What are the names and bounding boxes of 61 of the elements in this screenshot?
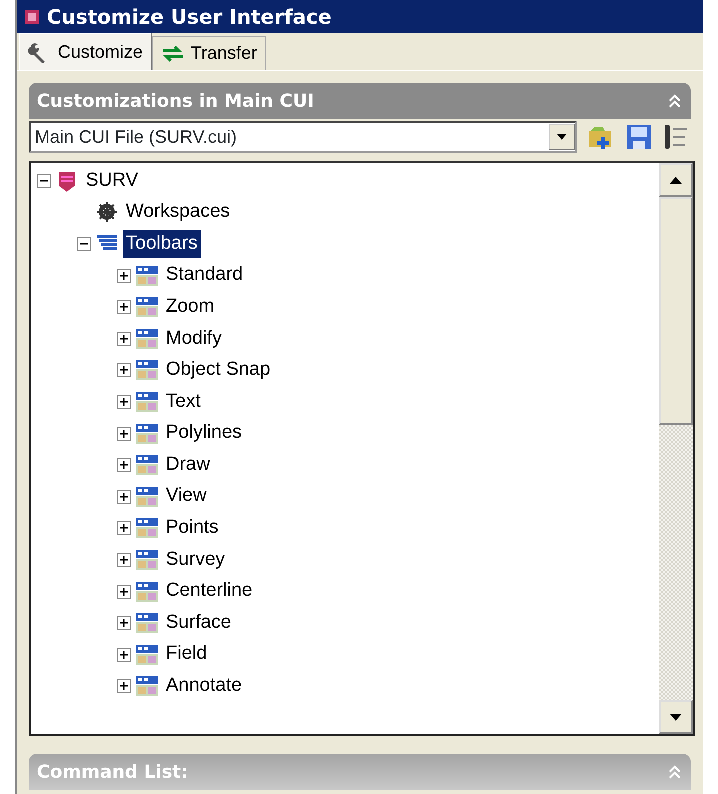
tree-item[interactable]: Points: [163, 514, 222, 543]
tree-item[interactable]: Surface: [163, 608, 234, 638]
window-title: Customize User Interface: [47, 4, 332, 28]
expand-toggle-icon[interactable]: [117, 426, 131, 441]
collapse-toggle-icon[interactable]: [37, 174, 51, 188]
tree-item[interactable]: Text: [163, 388, 204, 416]
expand-toggle-icon[interactable]: [117, 300, 131, 314]
tree-item[interactable]: Polylines: [163, 419, 246, 448]
scroll-up-arrow-icon: [670, 176, 682, 184]
tree-item[interactable]: Object Snap: [163, 356, 274, 385]
tree-item[interactable]: Standard: [163, 261, 246, 290]
toolbar-icon: [135, 422, 159, 446]
expand-toggle-icon[interactable]: [117, 458, 131, 472]
panel-title: Command List:: [37, 762, 188, 782]
expand-toggle-icon[interactable]: [117, 332, 131, 346]
tree-item[interactable]: Zoom: [163, 292, 218, 322]
tree-item[interactable]: Field: [163, 640, 210, 669]
save-icon[interactable]: [625, 123, 653, 151]
toolbar-icon: [135, 295, 159, 320]
expand-toggle-icon[interactable]: [117, 679, 131, 694]
tree-item[interactable]: View: [163, 482, 210, 511]
toolbar-icon: [135, 642, 159, 667]
toolbar-icon: [135, 484, 159, 509]
expand-toggle-icon[interactable]: [117, 268, 131, 283]
expand-toggle-icon[interactable]: [117, 394, 131, 409]
toolbar-icon: [135, 580, 159, 604]
toolbar-icon: [135, 516, 159, 540]
scroll-down-arrow-icon: [670, 714, 682, 720]
toolbar-icon: [135, 611, 159, 636]
toolbar-icon: [135, 264, 159, 288]
tree-item[interactable]: Workspaces: [123, 198, 234, 227]
expand-toggle-icon[interactable]: [117, 616, 131, 630]
toolbar-icon: [135, 358, 159, 382]
expand-toggle-icon[interactable]: [117, 584, 131, 599]
toolbar-icon: [135, 453, 159, 478]
tree-item[interactable]: Draw: [163, 450, 214, 480]
toolbar-icon: [135, 548, 159, 572]
scrollbar[interactable]: [659, 163, 693, 734]
tree-item[interactable]: Toolbars: [123, 230, 201, 258]
collapse-toggle-icon[interactable]: [77, 236, 91, 251]
tree-item[interactable]: Centerline: [163, 577, 256, 606]
tree-item[interactable]: Survey: [163, 546, 228, 574]
expand-toggle-icon[interactable]: [117, 363, 131, 378]
toolbar-icon: [135, 390, 159, 414]
tab[interactable]: Customize: [19, 33, 152, 70]
app-logo-icon: [23, 8, 41, 26]
tree-item[interactable]: SURV: [83, 166, 142, 196]
tree-item[interactable]: Annotate: [163, 672, 246, 701]
expand-toggle-icon[interactable]: [117, 521, 131, 536]
gear-icon: [95, 200, 119, 224]
panel-title: Customizations in Main CUI: [37, 90, 314, 112]
collapse-chevron-icon[interactable]: [667, 93, 683, 109]
expand-toggle-icon[interactable]: [117, 490, 131, 504]
file-dropdown[interactable]: Main CUI File (SURV.cui): [29, 121, 577, 153]
toolbar-icon: [135, 674, 159, 698]
toolbar-icon: [135, 326, 159, 351]
dropdown-arrow-icon: [557, 134, 567, 140]
expand-toggle-icon[interactable]: [117, 648, 131, 662]
tab[interactable]: Transfer: [152, 36, 266, 70]
tree-item[interactable]: Modify: [163, 324, 225, 354]
expand-toggle-icon[interactable]: [117, 552, 131, 567]
